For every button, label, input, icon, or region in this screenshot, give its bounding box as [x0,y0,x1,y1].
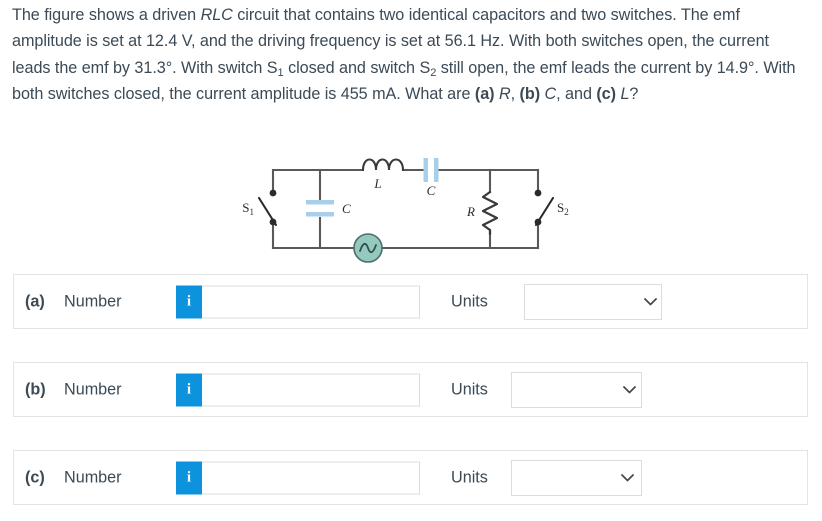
units-label-a: Units [451,292,488,310]
capacitor-top-symbol [423,158,439,182]
number-label-a: Number [64,292,122,310]
part-label-b: (b) [25,380,46,398]
answer-row-c: (c) Number i Units [13,450,808,505]
answer-row-a: (a) Number i Units [13,274,808,329]
capacitor-top-label: C [427,183,436,198]
number-field-group-c: i [176,461,420,494]
switch-s2-label: S2 [557,200,569,217]
resistor-symbol [481,190,499,236]
switch-s1-symbol [257,189,278,227]
inductor-label: L [373,176,381,191]
circuit-figure: L C C R S1 S2 [232,150,592,268]
capacitor-left-label: C [342,201,351,216]
answer-row-b: (b) Number i Units [13,362,808,417]
units-select-c[interactable] [511,459,642,496]
units-label-b: Units [451,380,488,398]
part-label-c: (c) [25,468,45,486]
circuit-wires [271,168,540,250]
switch-s1-label: S1 [242,200,254,217]
number-input-c[interactable] [202,461,420,494]
circuit-diagram-svg: L C C R S1 S2 [242,158,569,263]
inductor-symbol [361,158,405,172]
units-label-c: Units [451,468,488,486]
info-icon-b[interactable]: i [176,373,202,406]
number-field-group-b: i [176,373,420,406]
info-icon-c[interactable]: i [176,461,202,494]
number-input-b[interactable] [202,373,420,406]
number-label-b: Number [64,380,122,398]
resistor-label: R [466,204,475,219]
part-label-a: (a) [25,292,45,310]
units-select-b[interactable] [511,371,642,408]
number-input-a[interactable] [202,285,420,318]
switch-s2-symbol [534,189,555,227]
number-field-group-a: i [176,285,420,318]
question-text: The figure shows a driven RLC circuit th… [12,6,796,103]
ac-source-symbol [353,233,383,263]
capacitor-left-symbol [306,200,334,217]
info-icon-a[interactable]: i [176,285,202,318]
units-select-a[interactable] [524,283,662,320]
number-label-c: Number [64,468,122,486]
